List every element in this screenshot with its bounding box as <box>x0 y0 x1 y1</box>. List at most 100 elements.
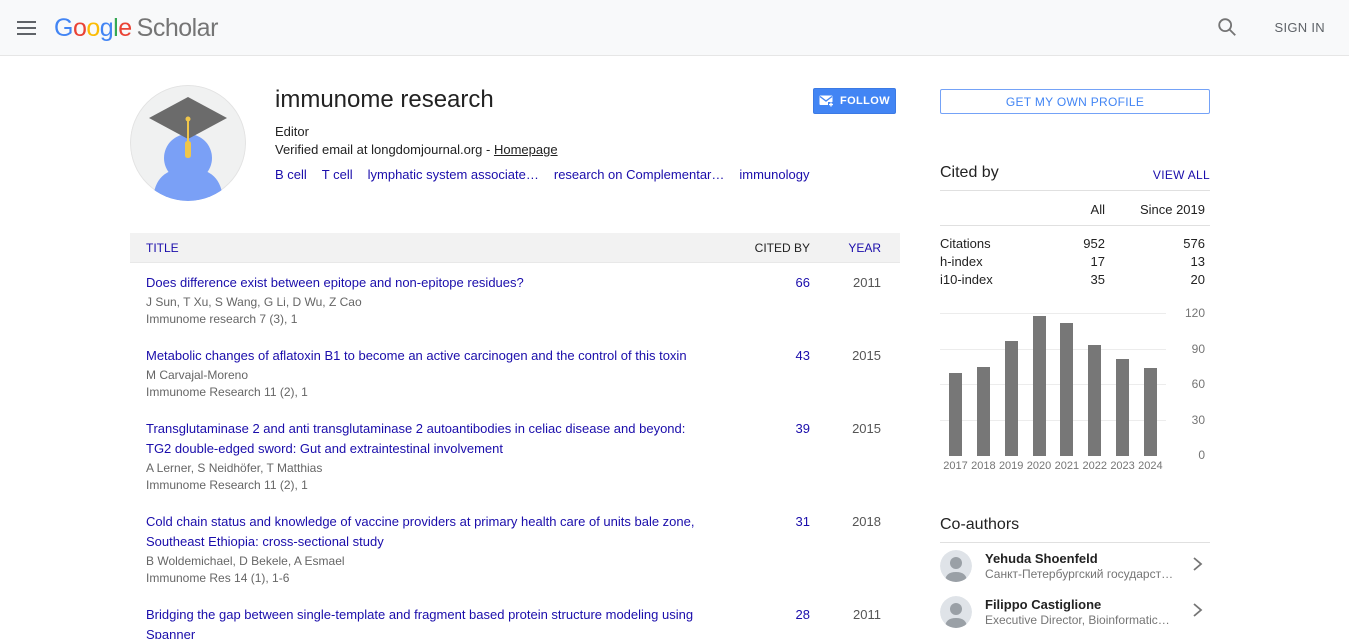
stat-value-since[interactable]: 20 <box>1191 272 1205 287</box>
chart-bar[interactable] <box>1144 368 1157 456</box>
coauthors-title: Co-authors <box>940 516 1019 534</box>
chart-year-label: 2023 <box>1109 460 1136 472</box>
chart-bar[interactable] <box>1088 345 1101 456</box>
article-title-link[interactable]: Metabolic changes of aflatoxin B1 to bec… <box>146 346 700 366</box>
article-title-link[interactable]: Transglutaminase 2 and anti transglutami… <box>146 419 700 459</box>
interest-tag[interactable]: lymphatic system associate… <box>368 166 539 183</box>
column-header-title[interactable]: TITLE <box>146 241 179 255</box>
article-row: Metabolic changes of aflatoxin B1 to bec… <box>130 336 900 409</box>
stats-header-row: All Since 2019 <box>940 191 1210 226</box>
coauthor-row[interactable]: Yehuda Shoenfeld Санкт-Петербургский гос… <box>940 543 1210 589</box>
search-icon[interactable] <box>1215 16 1239 40</box>
coauthor-name[interactable]: Filippo Castiglione <box>985 597 1190 613</box>
stat-value-since[interactable]: 576 <box>1183 236 1205 251</box>
stats-rows: Citations 952 576 h-index 17 13 i10-inde… <box>940 235 1210 289</box>
column-header-year[interactable]: YEAR <box>848 241 881 255</box>
stat-label: i10-index <box>940 271 1030 289</box>
google-logo-letters: Google <box>54 14 132 42</box>
chart-plot-area <box>940 314 1166 456</box>
sidebar: GET MY OWN PROFILE Cited by VIEW ALL All… <box>940 89 1210 635</box>
follow-button[interactable]: FOLLOW <box>813 88 896 114</box>
chart-bar[interactable] <box>1033 316 1046 456</box>
cap-tassel <box>185 141 191 158</box>
article-year: 2015 <box>810 419 900 493</box>
article-year: 2011 <box>810 273 900 327</box>
stat-label: Citations <box>940 235 1030 253</box>
citation-stats-table: All Since 2019 Citations 952 576 h-index <box>940 191 1210 289</box>
article-cited-count[interactable]: 28 <box>796 607 810 622</box>
coauthor-affiliation: Санкт-Петербургский государст… <box>985 567 1190 582</box>
chart-bar[interactable] <box>977 367 990 456</box>
stat-value-all[interactable]: 952 <box>1083 236 1105 251</box>
article-row: Cold chain status and knowledge of vacci… <box>130 502 900 595</box>
article-authors: M Carvajal-Moreno <box>146 367 700 383</box>
chart-bar[interactable] <box>1060 323 1073 456</box>
chart-bar[interactable] <box>1116 359 1129 456</box>
article-cited-count[interactable]: 43 <box>796 348 810 363</box>
coauthors-panel: Co-authors Yehuda Shoenfe <box>940 516 1210 635</box>
header-right-cluster: SIGN IN <box>1215 16 1349 40</box>
coauthor-avatar <box>940 550 972 582</box>
column-header-cited-by[interactable]: CITED BY <box>730 241 810 255</box>
chart-ytick-label: 120 <box>1185 306 1205 320</box>
article-authors: A Lerner, S Neidhöfer, T Matthias <box>146 460 700 476</box>
envelope-plus-icon <box>819 95 834 107</box>
sign-in-link[interactable]: SIGN IN <box>1275 20 1326 35</box>
stat-label: h-index <box>940 253 1030 271</box>
coauthor-name[interactable]: Yehuda Shoenfeld <box>985 551 1190 567</box>
coauthor-row[interactable]: Filippo Castiglione Executive Director, … <box>940 589 1210 635</box>
article-row: Does difference exist between epitope an… <box>130 263 900 336</box>
chart-ytick-label: 60 <box>1192 377 1205 391</box>
stat-row: h-index 17 13 <box>940 253 1210 271</box>
stat-row: Citations 952 576 <box>940 235 1210 253</box>
article-year: 2018 <box>810 512 900 586</box>
stat-value-since[interactable]: 13 <box>1191 254 1205 269</box>
interest-tag[interactable]: B cell <box>275 166 307 183</box>
homepage-link[interactable]: Homepage <box>494 142 558 157</box>
interest-tag[interactable]: research on Complementar… <box>554 166 725 183</box>
coauthor-avatar <box>940 596 972 628</box>
hamburger-menu-icon[interactable] <box>17 16 41 40</box>
profile-name: immunome research <box>275 86 805 114</box>
view-all-link[interactable]: VIEW ALL <box>1153 168 1210 182</box>
article-title-link[interactable]: Cold chain status and knowledge of vacci… <box>146 512 700 552</box>
chart-ytick-label: 30 <box>1192 413 1205 427</box>
article-rows: Does difference exist between epitope an… <box>130 263 900 639</box>
interest-tag[interactable]: T cell <box>322 166 353 183</box>
article-cited-count[interactable]: 39 <box>796 421 810 436</box>
coauthor-list: Yehuda Shoenfeld Санкт-Петербургский гос… <box>940 543 1210 635</box>
interest-tag[interactable]: immunology <box>739 166 809 183</box>
profile-info: immunome research Editor Verified email … <box>275 86 805 183</box>
header-bar: GoogleScholar SIGN IN <box>0 0 1349 56</box>
coauthor-affiliation: Executive Director, Bioinformatic… <box>985 613 1190 628</box>
chart-year-label: 2021 <box>1053 460 1080 472</box>
articles-table: TITLE CITED BY YEAR Does difference exis… <box>130 233 900 639</box>
article-venue: Immunome research 7 (3), 1 <box>146 311 700 327</box>
article-title-link[interactable]: Bridging the gap between single-template… <box>146 605 700 639</box>
table-header-row: TITLE CITED BY YEAR <box>130 233 900 263</box>
chart-year-label: 2022 <box>1081 460 1108 472</box>
stat-value-all[interactable]: 35 <box>1091 272 1105 287</box>
article-cited-count[interactable]: 31 <box>796 514 810 529</box>
chart-bar[interactable] <box>1005 341 1018 456</box>
article-authors: B Woldemichael, D Bekele, A Esmael <box>146 553 700 569</box>
verified-email: Verified email at longdomjournal.org - H… <box>275 141 805 158</box>
chart-bar[interactable] <box>949 373 962 456</box>
chart-x-axis: 20172018201920202021202220232024 <box>940 460 1166 472</box>
article-title-link[interactable]: Does difference exist between epitope an… <box>146 273 700 293</box>
article-cited-count[interactable]: 66 <box>796 275 810 290</box>
profile-role: Editor <box>275 123 805 140</box>
profile-avatar[interactable] <box>130 85 246 201</box>
article-venue: Immunome Research 11 (2), 1 <box>146 477 700 493</box>
article-row: Transglutaminase 2 and anti transglutami… <box>130 409 900 502</box>
article-year: 2011 <box>810 605 900 639</box>
chevron-right-icon[interactable] <box>1190 603 1204 622</box>
chart-ytick-label: 90 <box>1192 342 1205 356</box>
get-my-own-profile-button[interactable]: GET MY OWN PROFILE <box>940 89 1210 114</box>
citations-per-year-chart: 20172018201920202021202220232024 0306090… <box>940 314 1210 472</box>
stat-value-all[interactable]: 17 <box>1091 254 1105 269</box>
chevron-right-icon[interactable] <box>1190 557 1204 576</box>
article-venue: Immunome Res 14 (1), 1-6 <box>146 570 700 586</box>
google-scholar-logo[interactable]: GoogleScholar <box>54 13 218 43</box>
article-authors: J Sun, T Xu, S Wang, G Li, D Wu, Z Cao <box>146 294 700 310</box>
